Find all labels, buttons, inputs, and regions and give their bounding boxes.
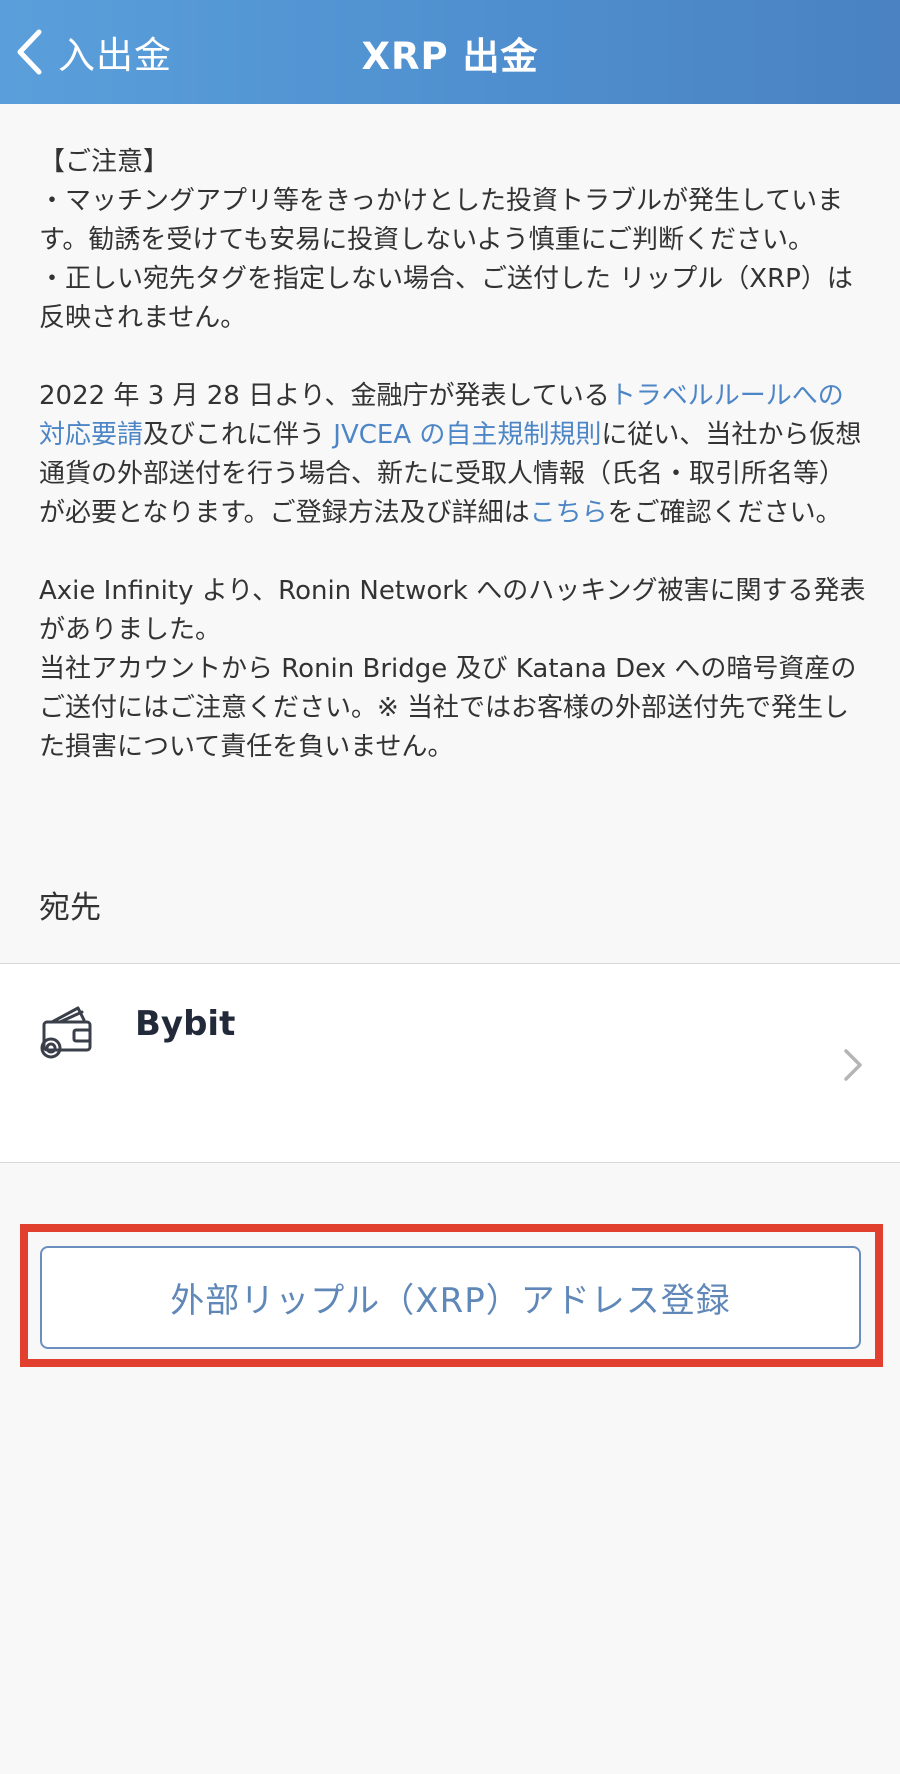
add-external-address-button[interactable]: 外部リップル（XRP）アドレス登録: [40, 1246, 861, 1349]
page-title: XRP 出金: [361, 35, 539, 78]
details-here-link[interactable]: こちら: [530, 498, 608, 528]
nav-header: 入出金 XRP 出金: [0, 0, 900, 104]
travel-rule-paragraph: 2022 年 3 月 28 日より、金融庁が発表しているトラベルルールへの対応要…: [39, 377, 869, 533]
xrp-withdraw-screen: 入出金 XRP 出金 【ご注意】 ・マッチングアプリ等をきっかけとした投資トラブ…: [0, 0, 900, 1774]
travel-rule-text-4: をご確認ください。: [607, 498, 842, 528]
jvcea-rules-link[interactable]: JVCEA の自主規制規則: [333, 420, 601, 450]
ronin-bridge-warning: 当社アカウントから Ronin Bridge 及び Katana Dex への暗…: [39, 654, 857, 762]
notice-line-scam: ・マッチングアプリ等をきっかけとした投資トラブルが発生しています。勧誘を受けても…: [39, 186, 844, 255]
wallet-icon: [38, 1000, 94, 1060]
ronin-hack-notice: Axie Infinity より、Ronin Network へのハッキング被害…: [39, 576, 866, 645]
notice-text: 【ご注意】 ・マッチングアプリ等をきっかけとした投資トラブルが発生しています。勧…: [39, 143, 869, 767]
destination-name: Bybit: [135, 1004, 236, 1044]
destination-item-bybit[interactable]: Bybit: [0, 963, 900, 1163]
notice-line-tag: ・正しい宛先タグを指定しない場合、ご送付した リップル（XRP）は反映されません…: [39, 264, 853, 333]
chevron-right-icon: [842, 1048, 864, 1082]
notice-heading: 【ご注意】: [39, 147, 170, 177]
travel-rule-text-2: 及びこれに伴う: [143, 420, 334, 450]
destination-label: 宛先: [39, 890, 101, 926]
travel-rule-text-1: 2022 年 3 月 28 日より、金融庁が発表している: [39, 381, 610, 411]
